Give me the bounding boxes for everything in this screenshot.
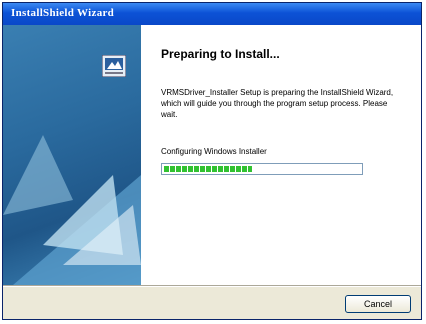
installshield-window: InstallShield Wizard Preparing to Instal… [2,2,422,320]
progress-fill [164,166,252,172]
status-text: Configuring Windows Installer [161,147,267,156]
description-text: VRMSDriver_Installer Setup is preparing … [161,88,394,119]
window-title: InstallShield Wizard [11,7,115,19]
wizard-banner [3,25,141,285]
installer-computer-icon [102,55,126,77]
content-panel: Preparing to Install... VRMSDriver_Insta… [141,25,421,285]
progress-bar [161,163,363,175]
page-title: Preparing to Install... [161,47,280,61]
footer-divider [3,285,421,287]
cancel-button[interactable]: Cancel [345,295,411,313]
title-bar[interactable]: InstallShield Wizard [3,3,421,25]
